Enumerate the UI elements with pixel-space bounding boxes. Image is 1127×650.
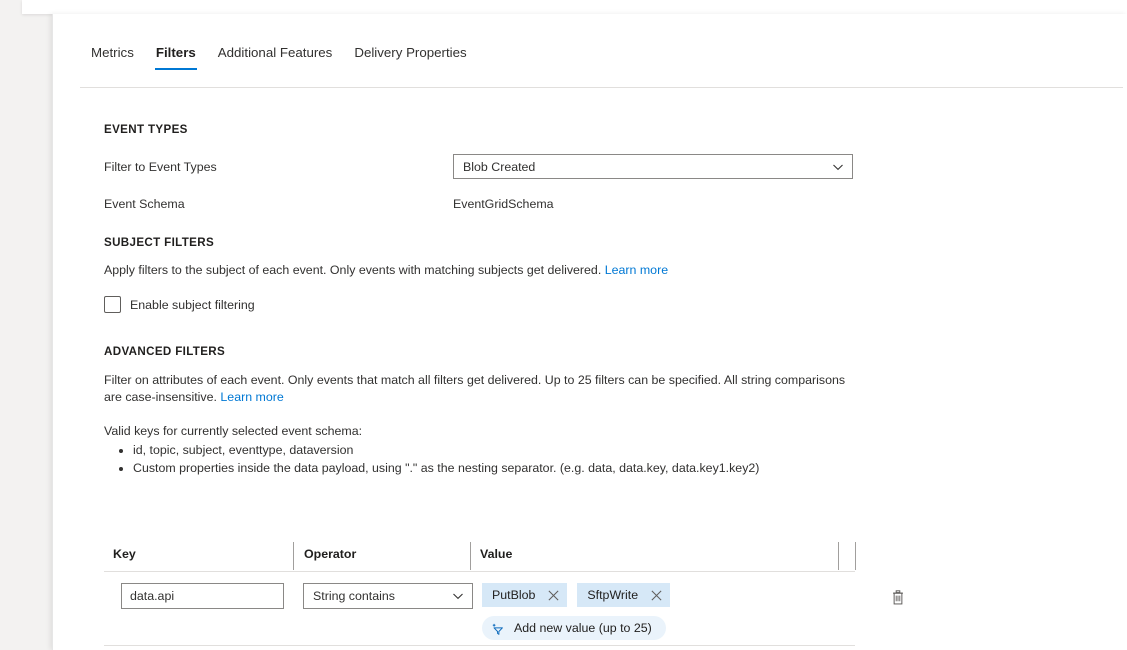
- close-icon[interactable]: [647, 586, 665, 604]
- filter-value-chip-list: PutBlob SftpWrite: [482, 583, 842, 607]
- delete-filter-button[interactable]: [887, 589, 909, 611]
- subject-filters-heading: SUBJECT FILTERS: [104, 236, 215, 249]
- close-icon[interactable]: [544, 586, 562, 604]
- tab-additional-features-label: Additional Features: [217, 45, 333, 60]
- table-header-row: Key Operator Value: [104, 540, 856, 572]
- filter-value-chip: SftpWrite: [577, 583, 671, 607]
- delete-icon: [889, 589, 907, 612]
- valid-keys-intro: Valid keys for currently selected event …: [104, 424, 363, 438]
- chevron-down-icon: [832, 161, 844, 173]
- advanced-filters-section: ADVANCED FILTERS Filter on attributes of…: [104, 345, 1084, 477]
- filter-key-input[interactable]: [121, 583, 284, 609]
- command-bar-strip: [22, 0, 1127, 14]
- column-divider: [838, 542, 839, 570]
- filter-value-chip-label: SftpWrite: [587, 588, 639, 602]
- tab-filters-label: Filters: [155, 45, 196, 60]
- tab-delivery-properties-label: Delivery Properties: [354, 45, 467, 60]
- subject-filters-description: Apply filters to the subject of each eve…: [104, 262, 1084, 279]
- table-row: String contains PutBlob: [104, 572, 903, 646]
- subject-filters-description-text: Apply filters to the subject of each eve…: [104, 263, 602, 277]
- filter-operator-dropdown[interactable]: String contains: [303, 583, 473, 609]
- filter-value-chip: PutBlob: [482, 583, 568, 607]
- tab-delivery-properties[interactable]: Delivery Properties: [343, 45, 477, 70]
- filter-to-event-types-dropdown[interactable]: Blob Created: [453, 154, 853, 179]
- valid-keys-list: id, topic, subject, eventtype, dataversi…: [104, 442, 1084, 477]
- add-new-value-button[interactable]: Add new value (up to 25): [482, 616, 666, 640]
- advanced-filters-heading: ADVANCED FILTERS: [104, 345, 226, 358]
- chevron-down-icon: [452, 590, 464, 602]
- event-types-heading: EVENT TYPES: [104, 123, 188, 136]
- add-filter-icon: [491, 621, 506, 636]
- valid-keys-item: id, topic, subject, eventtype, dataversi…: [133, 442, 1084, 459]
- filter-operator-dropdown-wrap: String contains: [303, 583, 473, 609]
- event-schema-label: Event Schema: [104, 197, 185, 211]
- tab-metrics-label: Metrics: [91, 45, 134, 60]
- column-divider: [293, 542, 294, 570]
- filter-operator-value: String contains: [313, 589, 395, 603]
- column-header-operator: Operator: [304, 547, 357, 561]
- filter-values: PutBlob SftpWrite Add new value (up to 2…: [482, 583, 842, 641]
- column-header-value: Value: [480, 547, 513, 561]
- column-divider: [855, 542, 856, 570]
- tab-strip: Metrics Filters Additional Features Deli…: [53, 32, 1127, 88]
- column-header-key: Key: [113, 547, 136, 561]
- advanced-filters-learn-more-link[interactable]: Learn more: [220, 390, 283, 404]
- enable-subject-filtering-label[interactable]: Enable subject filtering: [130, 298, 255, 312]
- advanced-filters-table: Key Operator Value String contains: [104, 540, 903, 646]
- filter-to-event-types-label: Filter to Event Types: [104, 159, 217, 174]
- event-types-section: EVENT TYPES Filter to Event Types Blob C…: [104, 123, 1084, 211]
- tab-additional-features[interactable]: Additional Features: [207, 45, 344, 70]
- event-subscription-blade: Metrics Filters Additional Features Deli…: [52, 14, 1127, 650]
- add-new-value-label: Add new value (up to 25): [514, 621, 652, 635]
- enable-subject-filtering-checkbox[interactable]: [104, 296, 121, 313]
- tab-strip-divider: [80, 87, 1123, 88]
- tab-list: Metrics Filters Additional Features Deli…: [53, 32, 1127, 70]
- advanced-filters-description-text: Filter on attributes of each event. Only…: [104, 373, 846, 404]
- event-schema-value: EventGridSchema: [453, 197, 554, 211]
- column-divider: [470, 542, 471, 570]
- filter-to-event-types-row: Filter to Event Types Blob Created: [104, 154, 1084, 179]
- tab-filters[interactable]: Filters: [145, 45, 207, 70]
- event-schema-row: Event Schema EventGridSchema: [104, 197, 1084, 211]
- valid-keys-item: Custom properties inside the data payloa…: [133, 460, 1084, 477]
- advanced-filters-description: Filter on attributes of each event. Only…: [104, 372, 854, 406]
- enable-subject-filtering-row[interactable]: Enable subject filtering: [104, 296, 1084, 313]
- filter-value-chip-label: PutBlob: [492, 588, 536, 602]
- subject-filters-section: SUBJECT FILTERS Apply filters to the sub…: [104, 236, 1084, 313]
- filter-to-event-types-value: Blob Created: [463, 159, 536, 174]
- screen: Metrics Filters Additional Features Deli…: [0, 0, 1127, 650]
- subject-filters-learn-more-link[interactable]: Learn more: [605, 263, 668, 277]
- tab-metrics[interactable]: Metrics: [80, 45, 145, 70]
